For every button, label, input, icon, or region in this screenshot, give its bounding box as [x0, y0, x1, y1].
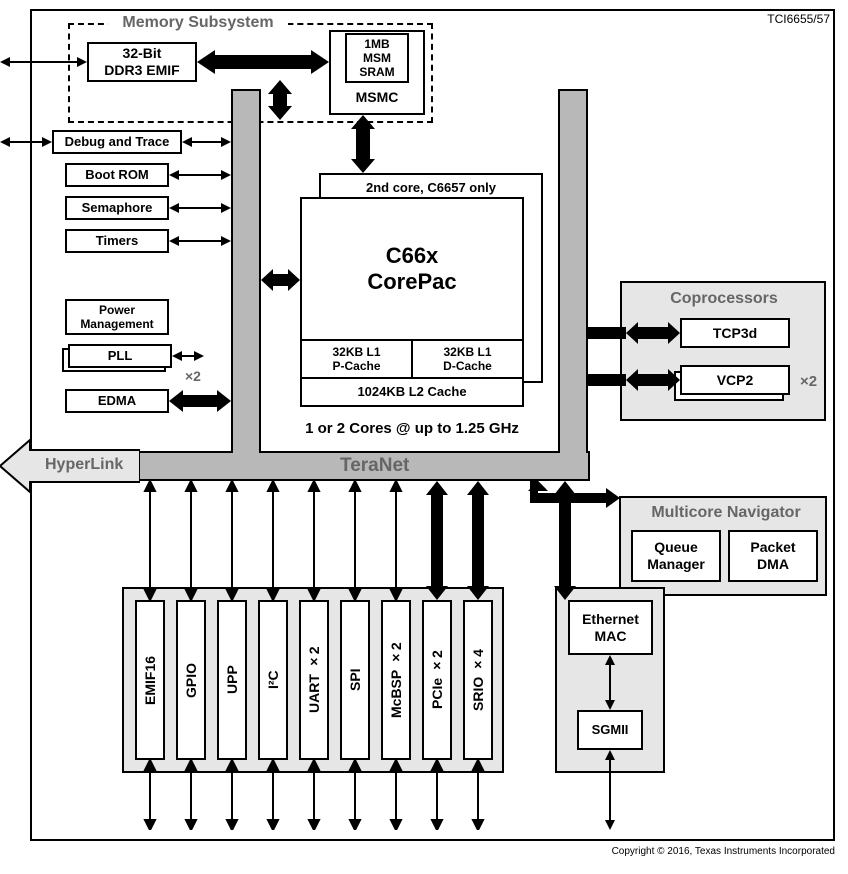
tcp3d-box: TCP3d [680, 318, 790, 348]
corepac-speed: 1 or 2 Cores @ up to 1.25 GHz [272, 420, 552, 437]
arrow-msmc-corepac [351, 115, 375, 173]
srio-box: SRIO ×4 [463, 600, 493, 760]
copro-conn2 [588, 374, 626, 386]
sgmii-box: SGMII [577, 710, 643, 750]
pll-box: PLL [68, 344, 172, 368]
semaphore-box: Semaphore [65, 196, 169, 220]
arrow-pll-ter [172, 350, 204, 362]
hyperlink-label: HyperLink [45, 456, 123, 474]
arrow-ethernet-up [554, 481, 576, 600]
arrow-debug-ext [0, 136, 52, 148]
packet-dma-box: Packet DMA [728, 530, 818, 582]
timers-box: Timers [65, 229, 169, 253]
msmc-label: MSMC [356, 89, 399, 106]
arrow-tim-ter [169, 235, 231, 247]
upp-box: UPP [217, 600, 247, 760]
mcbsp-box: McBSP ×2 [381, 600, 411, 760]
teranet-join-right [560, 449, 586, 455]
msm-sram-box: 1MB MSM SRAM [345, 33, 409, 83]
queue-manager-box: Queue Manager [631, 530, 721, 582]
pcie-box: PCIe ×2 [422, 600, 452, 760]
arrow-debug-ter [182, 136, 231, 148]
arrow-nav-up [528, 481, 548, 491]
i2c-box: I²C [258, 600, 288, 760]
l1d-box: 32KB L1 D-Cache [412, 339, 522, 377]
vcp2-mult: ×2 [800, 373, 817, 390]
arrow-tcp3d [626, 322, 680, 344]
memory-subsystem-title: Memory Subsystem [108, 14, 288, 32]
corepac-box: C66x CorePac 32KB L1 P-Cache 32KB L1 D-C… [300, 197, 524, 407]
pll-mult: ×2 [185, 368, 201, 384]
periph-arrows-up [120, 481, 520, 600]
teranet-right-pillar [558, 89, 588, 453]
copro-conn1 [588, 327, 626, 339]
arrow-vcp2 [626, 369, 680, 391]
corepac-second-core-label: 2nd core, C6657 only [326, 180, 536, 195]
emif16-box: EMIF16 [135, 600, 165, 760]
arrow-ddr3-external [0, 56, 87, 68]
arrow-sgmii-ext [604, 750, 616, 830]
msmc-box: 1MB MSM SRAM MSMC [329, 30, 425, 115]
arrow-pcie-up [426, 481, 448, 600]
corepac-title: C66x CorePac [367, 199, 456, 339]
teranet-join-left [233, 449, 259, 455]
teranet-left-pillar [231, 89, 261, 453]
arrow-mac-sgmii [604, 655, 616, 710]
spi-box: SPI [340, 600, 370, 760]
ethernet-mac-box: Ethernet MAC [568, 600, 653, 655]
part-number: TCI6655/57 [767, 12, 830, 26]
copyright-text: Copyright © 2016, Texas Instruments Inco… [612, 846, 835, 857]
arrow-msmc-teranet [268, 80, 292, 120]
l1p-box: 32KB L1 P-Cache [302, 339, 412, 377]
edma-box: EDMA [65, 389, 169, 413]
ddr3-emif-box: 32-Bit DDR3 EMIF [87, 42, 197, 82]
coprocessors-title: Coprocessors [654, 290, 794, 308]
uart-box: UART ×2 [299, 600, 329, 760]
arrow-boot-ter [169, 169, 231, 181]
boot-rom-box: Boot ROM [65, 163, 169, 187]
debug-trace-box: Debug and Trace [52, 130, 182, 154]
arrow-srio-up [467, 481, 489, 600]
l2-box: 1024KB L2 Cache [302, 377, 522, 405]
teranet-label: TeraNet [340, 455, 409, 477]
vcp2-box: VCP2 [680, 365, 790, 395]
arrow-edma-ter [169, 390, 231, 412]
arrow-sem-ter [169, 202, 231, 214]
arrow-corepac-ter [261, 269, 300, 291]
navigator-title: Multicore Navigator [636, 504, 816, 522]
arrow-ddr3-msmc [197, 50, 329, 74]
power-mgmt-box: Power Management [65, 299, 169, 335]
gpio-box: GPIO [176, 600, 206, 760]
periph-arrows-down [120, 760, 520, 830]
